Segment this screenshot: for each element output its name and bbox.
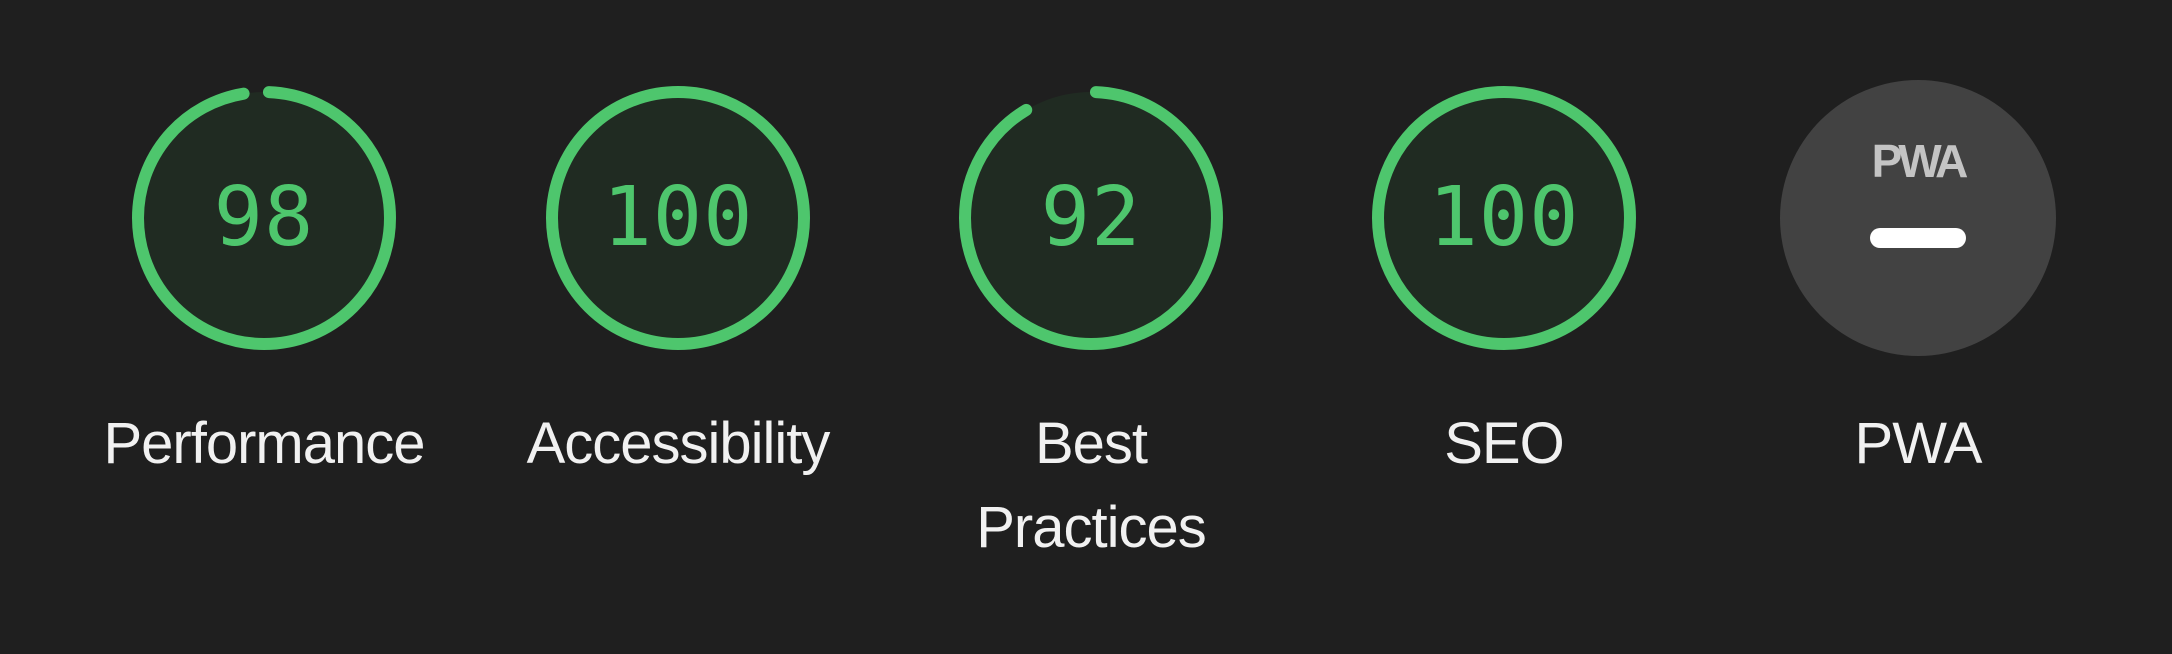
gauge-best-practices[interactable]: 92 Best Practices [921,80,1261,580]
gauge-label: Performance [103,411,425,476]
gauge-score: 100 [602,170,754,265]
lighthouse-score-gauges: 98 Performance 100 Accessibility 92 Best… [0,0,2172,654]
gauge-score: 98 [213,170,315,265]
pwa-logo-icon: PWA [1871,135,1969,187]
dash-icon [1870,228,1966,248]
gauge-performance[interactable]: 98 Performance [94,80,434,580]
gauge-label: SEO [1444,411,1565,476]
gauge-label: Accessibility [526,411,831,476]
gauge-label: PWA [1854,411,1983,476]
gauge-label: Best Practices [976,411,1207,560]
gauge-pwa[interactable]: PWA PWA [1748,80,2088,580]
gauge-score: 92 [1040,170,1142,265]
pwa-badge: PWA [1780,80,2056,356]
gauge-score: 100 [1428,170,1580,265]
gauge-seo[interactable]: 100 SEO [1334,80,1674,580]
gauge-accessibility[interactable]: 100 Accessibility [508,80,848,580]
